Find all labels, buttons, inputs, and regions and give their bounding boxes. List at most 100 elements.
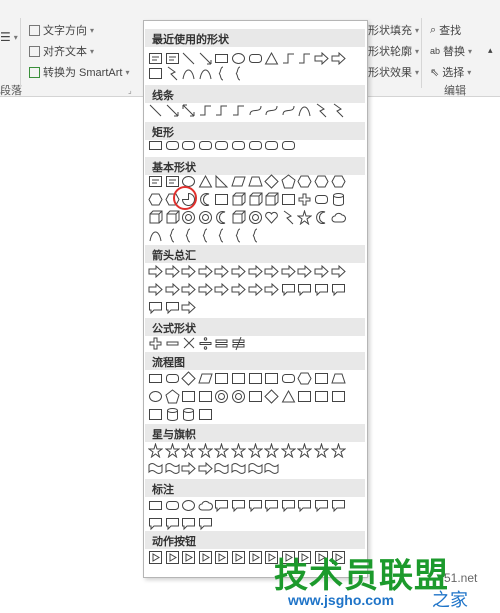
convert-smartart-button[interactable]: 转换为 SmartArt ▾ (29, 64, 129, 80)
border-callout3-icon[interactable] (148, 516, 163, 531)
curved-down-arrow-icon[interactable] (198, 282, 213, 297)
direct-access-icon[interactable] (181, 407, 196, 422)
sun-icon[interactable] (297, 210, 313, 225)
bullets-button[interactable]: ☰ ▾ (0, 30, 18, 44)
up-callout-icon[interactable] (331, 282, 346, 297)
connector-icon[interactable] (148, 389, 163, 404)
snip-two-icon[interactable] (198, 138, 213, 153)
plaque-icon[interactable] (314, 192, 329, 207)
round-two-icon[interactable] (264, 138, 279, 153)
block-arc-icon[interactable] (214, 210, 229, 225)
summing-junction-icon[interactable] (214, 389, 229, 404)
curve-icon[interactable] (198, 66, 213, 81)
arc-icon[interactable] (148, 228, 163, 243)
cloud-callout-icon[interactable] (198, 498, 213, 513)
star32-icon[interactable] (330, 443, 346, 458)
rounded-rectangle-icon[interactable] (165, 138, 180, 153)
star12-icon[interactable] (280, 443, 296, 458)
manual-input-icon[interactable] (314, 371, 329, 386)
text-direction-button[interactable]: 文字方向 ▾ (29, 22, 94, 38)
striped-right-arrow-icon[interactable] (214, 282, 230, 297)
triangle-icon[interactable] (264, 51, 279, 66)
pentagon-arrow-icon[interactable] (248, 282, 263, 297)
card-icon[interactable] (181, 389, 196, 404)
offpage-icon[interactable] (165, 389, 180, 404)
shape-outline-button[interactable]: 形状轮廓 ▾ (368, 43, 419, 59)
punched-tape-icon[interactable] (198, 389, 213, 404)
down-arrow-icon[interactable] (198, 264, 213, 279)
left-brace-icon[interactable] (231, 228, 246, 243)
multidocument-icon[interactable] (264, 371, 279, 386)
folded-corner-icon[interactable] (231, 210, 246, 225)
predefined-icon[interactable] (214, 371, 229, 386)
no-symbol-icon[interactable] (198, 210, 213, 225)
diagonal-stripe-icon[interactable] (281, 192, 296, 207)
curved-ribbon-down-icon[interactable] (198, 461, 213, 476)
accent-border-callout3-icon[interactable] (198, 516, 213, 531)
alternate-process-icon[interactable] (165, 371, 180, 386)
arc-icon[interactable] (181, 66, 196, 81)
right-triangle-icon[interactable] (214, 174, 229, 189)
down-callout-icon[interactable] (297, 282, 312, 297)
snip-round-icon[interactable] (231, 138, 246, 153)
snip-corner-icon[interactable] (181, 138, 196, 153)
minus-icon[interactable] (165, 336, 180, 351)
bevel-icon[interactable] (165, 210, 180, 225)
star24-icon[interactable] (314, 443, 329, 458)
sequential-access-icon[interactable] (148, 407, 163, 422)
octagon-icon[interactable] (331, 174, 346, 189)
u-turn-arrow-icon[interactable] (297, 264, 313, 279)
delay-icon[interactable] (331, 389, 346, 404)
notched-right-arrow-icon[interactable] (231, 282, 246, 297)
teardrop-icon[interactable] (214, 192, 229, 207)
quad-arrow-icon[interactable] (248, 264, 263, 279)
wave-icon[interactable] (248, 461, 263, 476)
accent-border-callout2-icon[interactable] (181, 516, 196, 531)
curved-up-arrow-icon[interactable] (181, 282, 196, 297)
rounded-rectangle-icon[interactable] (248, 51, 263, 66)
line-callout3-icon[interactable] (248, 498, 263, 513)
heptagon-icon[interactable] (314, 174, 329, 189)
curved-double-arrow-icon[interactable] (281, 103, 296, 118)
triangle-icon[interactable] (198, 174, 213, 189)
elbow-connector-arrow-icon[interactable] (214, 103, 229, 118)
rectangle-icon[interactable] (148, 138, 163, 153)
right-arrow-icon[interactable] (148, 264, 163, 279)
heart-icon[interactable] (264, 210, 279, 225)
donut-icon[interactable] (181, 210, 196, 225)
scribble-icon[interactable] (331, 103, 346, 118)
left-callout-icon[interactable] (314, 282, 329, 297)
quad-callout-icon[interactable] (165, 300, 180, 315)
curved-right-arrow-icon[interactable] (148, 282, 163, 297)
explosion1-icon[interactable] (148, 443, 163, 458)
explosion2-icon[interactable] (164, 443, 180, 458)
not-equal-icon[interactable] (231, 336, 246, 351)
textbox-icon[interactable] (148, 174, 163, 189)
line-icon[interactable] (181, 51, 196, 66)
elbow-connector-icon[interactable] (198, 103, 213, 118)
terminator-icon[interactable] (281, 371, 296, 386)
star4-icon[interactable] (181, 443, 197, 458)
up-arrow-icon[interactable] (181, 264, 196, 279)
freeform-icon[interactable] (314, 103, 329, 118)
accent-callout1-icon[interactable] (264, 498, 279, 513)
elbow-double-arrow-icon[interactable] (231, 103, 246, 118)
right-brace-icon[interactable] (248, 228, 263, 243)
horizontal-scroll-icon[interactable] (231, 461, 246, 476)
btn-home-icon[interactable] (214, 550, 229, 565)
sort-icon[interactable] (264, 389, 279, 404)
left-bracket-icon[interactable] (198, 228, 213, 243)
preparation-icon[interactable] (297, 371, 312, 386)
cube-icon[interactable] (148, 210, 163, 225)
btn-return-icon[interactable] (248, 550, 263, 565)
border-callout2-icon[interactable] (331, 498, 346, 513)
manual-operation-icon[interactable] (330, 371, 346, 386)
btn-information-icon[interactable] (231, 550, 246, 565)
star7-icon[interactable] (231, 443, 246, 458)
shape-effects-button[interactable]: 形状效果 ▾ (368, 64, 419, 80)
curved-ribbon-up-icon[interactable] (181, 461, 196, 476)
line-icon[interactable] (148, 103, 163, 118)
btn-end-icon[interactable] (198, 550, 213, 565)
curved-arrow-icon[interactable] (264, 103, 279, 118)
arrow-line-icon[interactable] (165, 103, 180, 118)
